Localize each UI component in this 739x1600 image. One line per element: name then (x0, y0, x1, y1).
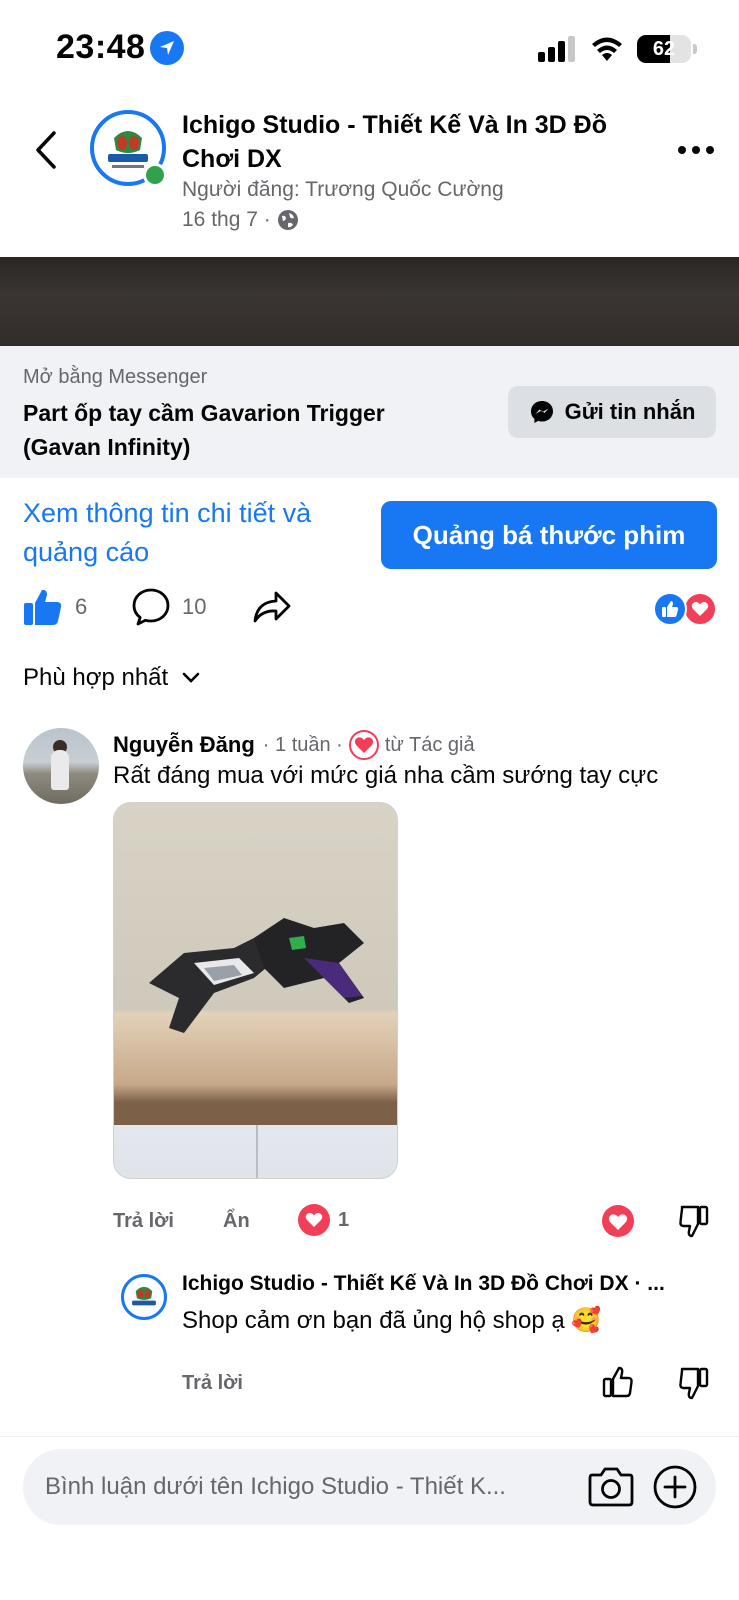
reaction-summary[interactable] (653, 592, 721, 626)
wifi-icon (592, 37, 622, 61)
page-name[interactable]: Ichigo Studio - Thiết Kế Và In 3D Đồ Chơ… (182, 108, 632, 176)
comment-time: · 1 tuần · (262, 733, 343, 756)
more-dots-icon (678, 146, 686, 154)
author-badge: từ Tác giả (384, 733, 475, 756)
comment-dislike-button[interactable] (678, 1204, 710, 1244)
product-title: Part ốp tay cầm Gavarion Trigger (Gavan … (23, 400, 385, 460)
like-reaction-icon (653, 592, 687, 626)
plus-circle-icon (653, 1465, 697, 1509)
comment-love-button[interactable] (601, 1204, 635, 1244)
comment-count: 10 (182, 594, 207, 619)
online-status-dot (143, 163, 167, 187)
reply-dislike-button[interactable] (678, 1366, 710, 1406)
view-insights-link[interactable]: Xem thông tin chi tiết và quảng cáo (23, 494, 363, 572)
share-button[interactable] (252, 590, 292, 629)
video-preview[interactable] (0, 257, 739, 346)
like-count: 6 (75, 594, 88, 619)
comment-bubble-icon (132, 588, 170, 626)
comment-sort-dropdown[interactable]: Phù hợp nhất (23, 664, 200, 692)
dislike-icon (679, 1205, 709, 1238)
avatar-figure-shape (51, 750, 69, 790)
camera-icon (588, 1467, 634, 1507)
heart-icon (348, 730, 379, 760)
ichigo-logo (125, 1278, 163, 1316)
comment-input-box[interactable] (23, 1449, 716, 1525)
heart-icon (298, 1204, 330, 1236)
comment-love-count: 1 (338, 1208, 350, 1231)
cellular-signal-icon (538, 36, 575, 62)
post-action-bar: 6 10 (0, 580, 739, 636)
back-button[interactable] (26, 126, 66, 174)
messenger-cta: Mở bằng Messenger Part ốp tay cầm Gavari… (0, 346, 739, 478)
like-thumb-icon (602, 1366, 633, 1398)
reply-author[interactable]: Ichigo Studio - Thiết Kế Và In 3D Đồ Chơ… (182, 1272, 712, 1296)
comment-button[interactable]: 10 (132, 588, 206, 626)
dislike-icon (679, 1367, 709, 1400)
avatar[interactable] (121, 1274, 167, 1320)
heart-icon (602, 1205, 634, 1237)
reply-text: Shop cảm ơn bạn đã ủng hộ shop ạ 🥰 (182, 1307, 602, 1334)
boost-reel-button[interactable]: Quảng bá thước phim (381, 501, 717, 569)
share-arrow-icon (253, 591, 291, 623)
reply-actions: Trả lời (182, 1366, 712, 1406)
post-date-row: 16 thg 7 · (182, 208, 299, 232)
globe-icon (277, 210, 298, 230)
status-time: 23:48 (56, 28, 146, 66)
sort-label: Phù hợp nhất (23, 664, 169, 691)
battery-tip (693, 44, 697, 54)
reply-button[interactable]: Trả lời (182, 1372, 243, 1395)
table-edge (114, 1103, 397, 1125)
comment-meta: Nguyễn Đăng · 1 tuần · từ Tác giả (113, 730, 475, 760)
status-bar: 23:48 62 (0, 0, 739, 96)
comment-text: Rất đáng mua với mức giá nha cầm sướng t… (113, 762, 659, 789)
poster-label: Người đăng: Trương Quốc Cường (182, 178, 504, 201)
battery-icon: 62 (637, 35, 691, 63)
hide-button[interactable]: Ẩn (223, 1210, 250, 1233)
comment-actions: Trả lời Ẩn 1 (113, 1204, 733, 1244)
send-message-button[interactable]: Gửi tin nhắn (508, 386, 716, 438)
messenger-icon (530, 401, 553, 423)
add-attachment-button[interactable] (653, 1465, 697, 1514)
send-message-label: Gửi tin nhắn (564, 399, 696, 424)
like-thumb-icon (24, 589, 62, 625)
battery-percent: 62 (652, 37, 676, 60)
avatar[interactable] (23, 728, 99, 804)
reply-button[interactable]: Trả lời (113, 1210, 174, 1233)
more-dot (692, 146, 700, 154)
reply-like-button[interactable] (602, 1366, 634, 1404)
cabinet-line (256, 1125, 258, 1178)
comment-input[interactable] (45, 1449, 585, 1525)
comment-reaction-count[interactable]: 1 (298, 1204, 349, 1236)
love-reaction-icon (683, 592, 717, 626)
post-header: Ichigo Studio - Thiết Kế Và In 3D Đồ Chơ… (0, 100, 739, 250)
back-chevron-icon (36, 131, 56, 169)
comment-photo[interactable] (113, 802, 398, 1179)
camera-button[interactable] (588, 1465, 634, 1512)
more-options-button[interactable] (672, 138, 720, 162)
location-arrow-icon (150, 31, 184, 65)
comment-author[interactable]: Nguyễn Đăng (113, 732, 255, 758)
toy-silhouette (254, 918, 364, 1003)
more-dot (706, 146, 714, 154)
messenger-small-label: Mở bằng Messenger (23, 366, 208, 388)
chevron-down-icon (182, 672, 200, 683)
like-button[interactable]: 6 (23, 588, 87, 626)
post-date: 16 thg 7 · (182, 208, 271, 231)
comment-composer (0, 1436, 739, 1600)
